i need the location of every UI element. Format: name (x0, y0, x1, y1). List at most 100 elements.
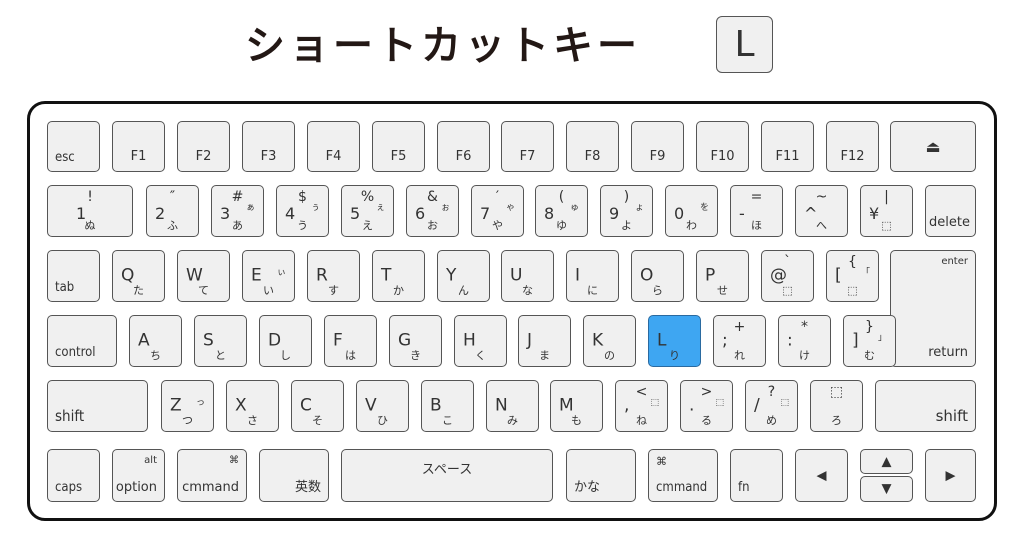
key-n[interactable]: Nみ (486, 380, 539, 432)
key-period[interactable]: . > る ⬚ (680, 380, 733, 432)
key-y[interactable]: Yん (437, 250, 490, 302)
key-f6[interactable]: F6 (437, 121, 490, 172)
key-space[interactable]: スペース (341, 449, 553, 502)
key-kana: へ (816, 219, 827, 232)
key-f11[interactable]: F11 (761, 121, 814, 172)
key-f3[interactable]: F3 (242, 121, 295, 172)
key-fn[interactable]: fn (730, 449, 783, 502)
key-j[interactable]: Jま (518, 315, 571, 367)
key-down[interactable]: ▼ (860, 476, 913, 502)
key-l[interactable]: Lり (648, 315, 701, 367)
key-p[interactable]: Pせ (696, 250, 749, 302)
key-esc[interactable]: esc (47, 121, 100, 172)
key-left[interactable]: ◀ (795, 449, 848, 502)
key-command_l[interactable]: ⌘ cmmand (177, 449, 247, 502)
key-kana: ぬ (84, 219, 96, 232)
key-e[interactable]: Eいぃ (242, 250, 295, 302)
key-colon[interactable]: : * け (778, 315, 831, 367)
key-kana: せ (717, 284, 728, 297)
key-u[interactable]: Uな (501, 250, 554, 302)
key-2[interactable]: 2 ″ ふ (146, 185, 199, 237)
key-q[interactable]: Qた (112, 250, 165, 302)
key-caps[interactable]: caps (47, 449, 100, 502)
key-kana[interactable]: かな (566, 449, 636, 502)
key-command_r[interactable]: ⌘ cmmand (648, 449, 718, 502)
key-label-top: enter (941, 256, 968, 267)
key-yen[interactable]: ¥ | ⬚ (860, 185, 913, 237)
key-7[interactable]: 7 ′ やゃ (471, 185, 524, 237)
page-title: ショートカットキー (245, 23, 641, 69)
key-s[interactable]: Sと (194, 315, 247, 367)
key-kana: は (345, 349, 356, 362)
key-eisu[interactable]: 英数 (259, 449, 329, 502)
key-label: かな (574, 480, 601, 495)
key-8[interactable]: 8(ゆゅ (535, 185, 588, 237)
key-up[interactable]: ▲ (860, 449, 913, 474)
key-symbol: ! (87, 189, 93, 205)
key-r[interactable]: Rす (307, 250, 360, 302)
key-t[interactable]: Tか (372, 250, 425, 302)
key-caret[interactable]: ^ ~ へ (795, 185, 848, 237)
key-h[interactable]: Hく (454, 315, 507, 367)
key-o[interactable]: Oら (631, 250, 684, 302)
key-f4[interactable]: F4 (307, 121, 360, 172)
key-rbracket[interactable]: ]} む」 (843, 315, 896, 367)
key-underscore[interactable]: ⬚ ろ (810, 380, 863, 432)
key-kana-small: ゃ (505, 203, 515, 213)
key-b[interactable]: Bこ (421, 380, 474, 432)
key-semicolon[interactable]: ; + れ (713, 315, 766, 367)
key-kana: ゆ (556, 219, 567, 232)
key-5[interactable]: 5% えぇ (341, 185, 394, 237)
key-f[interactable]: Fは (324, 315, 377, 367)
key-enter[interactable]: enter return (890, 250, 976, 367)
key-d[interactable]: Dし (259, 315, 312, 367)
key-delete[interactable]: delete (925, 185, 976, 237)
key-main: E (251, 265, 262, 286)
key-f2[interactable]: F2 (177, 121, 230, 172)
key-shift_r[interactable]: shift (875, 380, 976, 432)
arrow-left-icon: ◀ (816, 468, 827, 483)
key-right[interactable]: ▶ (925, 449, 976, 502)
key-0[interactable]: 0わを (665, 185, 718, 237)
key-symbol: ′ (495, 189, 500, 205)
key-symbol: # (231, 189, 244, 205)
key-i[interactable]: Iに (566, 250, 619, 302)
key-3[interactable]: 3 # あぁ (211, 185, 264, 237)
key-eject[interactable]: ⏏ (890, 121, 976, 172)
key-f7[interactable]: F7 (501, 121, 554, 172)
key-label: F10 (710, 149, 735, 164)
key-z[interactable]: Zつっ (161, 380, 214, 432)
key-label: option (115, 480, 157, 495)
key-v[interactable]: Vひ (356, 380, 409, 432)
key-option[interactable]: alt option (112, 449, 165, 502)
key-c[interactable]: Cそ (291, 380, 344, 432)
key-m[interactable]: Mも (550, 380, 603, 432)
key-minus[interactable]: - = ほ (730, 185, 783, 237)
key-f1[interactable]: F1 (112, 121, 165, 172)
key-at[interactable]: @ ` ⬚ (761, 250, 814, 302)
key-label: スペース (421, 462, 473, 478)
key-kana: の (604, 349, 615, 362)
key-slash[interactable]: /? め ⬚ (745, 380, 798, 432)
key-g[interactable]: Gき (389, 315, 442, 367)
key-4[interactable]: 4 $ うぅ (276, 185, 329, 237)
key-f8[interactable]: F8 (566, 121, 619, 172)
key-control[interactable]: control (47, 315, 117, 367)
key-9[interactable]: 9) よょ (600, 185, 653, 237)
key-a[interactable]: Aち (129, 315, 182, 367)
key-w[interactable]: Wて (177, 250, 230, 302)
key-f12[interactable]: F12 (826, 121, 879, 172)
key-lbracket[interactable]: [{⬚ 「 (826, 250, 879, 302)
key-6[interactable]: 6 & おぉ (406, 185, 459, 237)
key-f5[interactable]: F5 (372, 121, 425, 172)
key-1[interactable]: 1! ぬ (47, 185, 133, 237)
key-kana: り (669, 349, 680, 362)
key-k[interactable]: Kの (583, 315, 636, 367)
key-comma[interactable]: , < ね ⬚ (615, 380, 668, 432)
key-f9[interactable]: F9 (631, 121, 684, 172)
key-shift_l[interactable]: shift (47, 380, 148, 432)
key-x[interactable]: Xさ (226, 380, 279, 432)
key-f10[interactable]: F10 (696, 121, 749, 172)
key-tab[interactable]: tab (47, 250, 100, 302)
key-symbol: ″ (169, 189, 176, 205)
